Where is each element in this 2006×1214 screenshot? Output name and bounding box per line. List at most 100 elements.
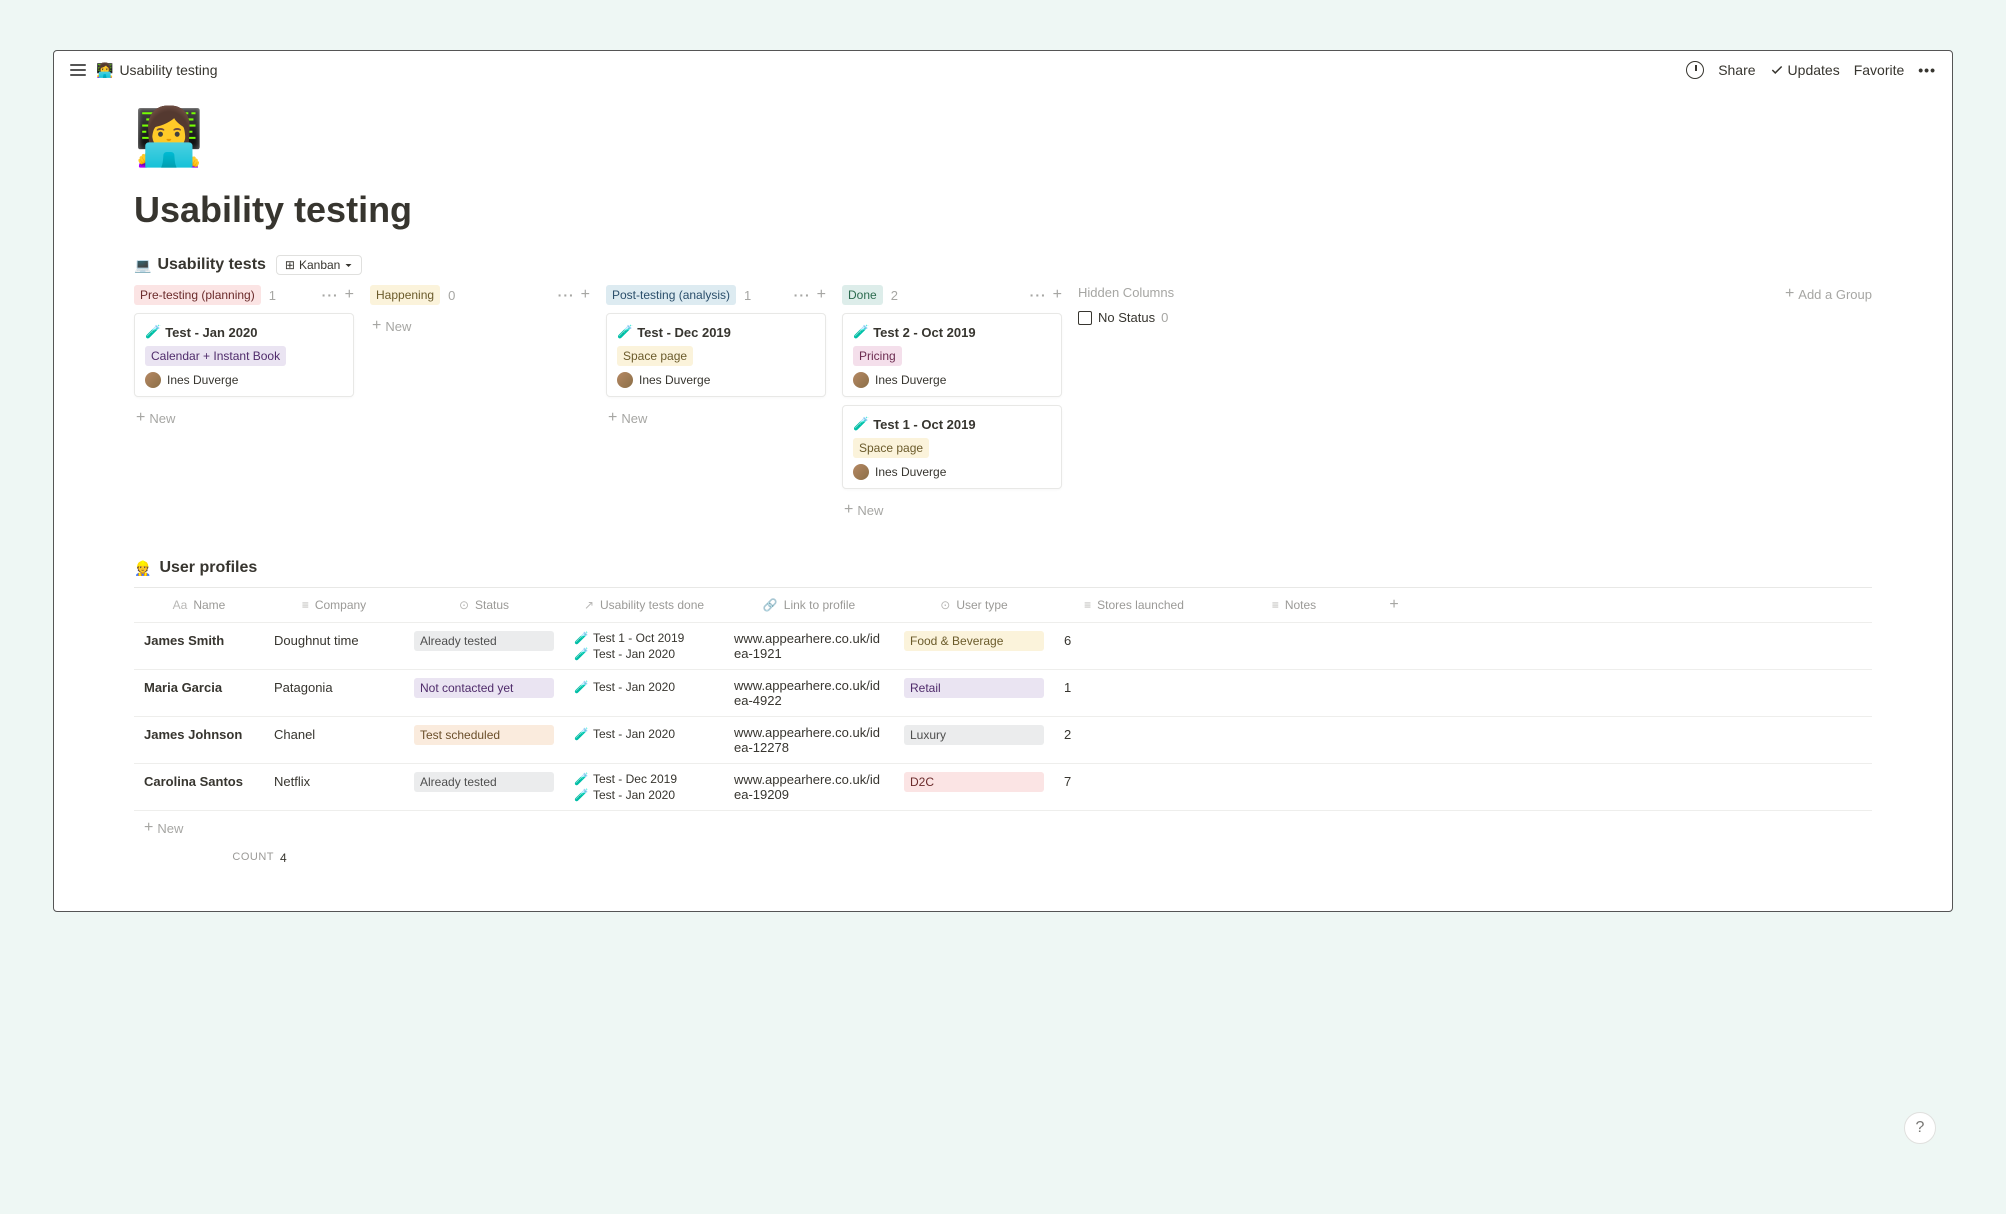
card-title: 🧪 Test 1 - Oct 2019 (853, 416, 1051, 432)
cell-tests[interactable]: 🧪Test - Dec 2019 🧪Test - Jan 2020 (564, 764, 724, 810)
cell-user-type[interactable]: Luxury (894, 717, 1054, 753)
db1-title[interactable]: 💻 Usability tests (134, 256, 266, 274)
cell-user-type[interactable]: D2C (894, 764, 1054, 800)
relation-item[interactable]: 🧪Test - Jan 2020 (574, 788, 714, 802)
add-card-button[interactable]: +New (370, 313, 590, 339)
cell-stores[interactable]: 1 (1054, 670, 1214, 704)
cell-status[interactable]: Not contacted yet (404, 670, 564, 706)
updates-button[interactable]: Updates (1770, 62, 1840, 78)
page-icon[interactable]: 👩‍💻 (134, 109, 1872, 165)
column-more-button[interactable]: ··· (558, 287, 575, 303)
cell-notes[interactable] (1214, 623, 1374, 657)
kanban-card[interactable]: 🧪 Test 2 - Oct 2019 Pricing Ines Duverge (842, 313, 1062, 397)
cell-link[interactable]: www.appearhere.co.uk/idea-19209 (724, 764, 894, 810)
column-type-icon: ↗ (584, 598, 594, 612)
cell-company[interactable]: Chanel (264, 717, 404, 751)
cell-tests[interactable]: 🧪Test - Jan 2020 (564, 670, 724, 704)
table-header-cell[interactable]: ≡Notes (1214, 588, 1374, 622)
favorite-button[interactable]: Favorite (1854, 62, 1905, 78)
add-card-button[interactable]: +New (606, 405, 826, 431)
card-title-text: Test 2 - Oct 2019 (873, 325, 975, 340)
clock-button[interactable] (1686, 61, 1704, 79)
cell-tests[interactable]: 🧪Test - Jan 2020 (564, 717, 724, 751)
view-switcher[interactable]: ⊞ Kanban (276, 255, 362, 275)
relation-item[interactable]: 🧪Test - Jan 2020 (574, 647, 714, 661)
no-status-label: No Status (1098, 310, 1155, 325)
cell-stores[interactable]: 2 (1054, 717, 1214, 751)
add-card-button[interactable]: +New (134, 405, 354, 431)
cell-notes[interactable] (1214, 670, 1374, 704)
column-add-button[interactable]: + (1053, 286, 1062, 304)
column-status-tag[interactable]: Pre-testing (planning) (134, 285, 261, 305)
cell-name[interactable]: James Johnson (134, 717, 264, 751)
db2-header[interactable]: 👷 User profiles (134, 559, 1872, 577)
table-header-cell[interactable]: AaName (134, 588, 264, 622)
cell-company[interactable]: Patagonia (264, 670, 404, 704)
table-row[interactable]: James Johnson Chanel Test scheduled 🧪Tes… (134, 717, 1872, 764)
table-header-cell[interactable]: ↗Usability tests done (564, 588, 724, 622)
assignee-name: Ines Duverge (167, 373, 238, 387)
cell-stores[interactable]: 7 (1054, 764, 1214, 798)
column-status-tag[interactable]: Happening (370, 285, 440, 305)
relation-item[interactable]: 🧪Test - Jan 2020 (574, 680, 714, 694)
table-row[interactable]: Carolina Santos Netflix Already tested 🧪… (134, 764, 1872, 811)
table-header-cell[interactable]: ⊙Status (404, 588, 564, 622)
cell-name[interactable]: Maria Garcia (134, 670, 264, 704)
cell-user-type[interactable]: Food & Beverage (894, 623, 1054, 659)
add-row-button[interactable]: +New (134, 811, 1872, 845)
help-button[interactable]: ? (1904, 1112, 1936, 1144)
table-header-cell[interactable]: 🔗Link to profile (724, 588, 894, 622)
column-add-button[interactable]: + (817, 286, 826, 304)
column-add-button[interactable]: + (345, 286, 354, 304)
kanban-card[interactable]: 🧪 Test - Dec 2019 Space page Ines Duverg… (606, 313, 826, 397)
cell-link[interactable]: www.appearhere.co.uk/idea-4922 (724, 670, 894, 716)
cell-status[interactable]: Already tested (404, 764, 564, 800)
relation-item[interactable]: 🧪Test 1 - Oct 2019 (574, 631, 714, 645)
status-tag: Test scheduled (414, 725, 554, 745)
hidden-columns-label: Hidden Columns (1078, 285, 1174, 300)
view-icon: ⊞ (285, 258, 295, 272)
cell-company[interactable]: Netflix (264, 764, 404, 798)
add-group-button[interactable]: + Add a Group (1785, 285, 1872, 303)
cell-link[interactable]: www.appearhere.co.uk/idea-12278 (724, 717, 894, 763)
column-add-button[interactable]: + (581, 286, 590, 304)
card-tag-row: Calendar + Instant Book (145, 346, 343, 366)
table-row[interactable]: Maria Garcia Patagonia Not contacted yet… (134, 670, 1872, 717)
share-button[interactable]: Share (1718, 62, 1755, 78)
add-column-button[interactable]: + (1374, 588, 1414, 622)
cell-name[interactable]: Carolina Santos (134, 764, 264, 798)
card-assignee: Ines Duverge (145, 372, 343, 388)
cell-notes[interactable] (1214, 764, 1374, 798)
cell-user-type[interactable]: Retail (894, 670, 1054, 706)
relation-item[interactable]: 🧪Test - Jan 2020 (574, 727, 714, 741)
no-status-group[interactable]: No Status 0 (1078, 310, 1174, 325)
cell-company[interactable]: Doughnut time (264, 623, 404, 657)
cell-stores[interactable]: 6 (1054, 623, 1214, 657)
cell-name[interactable]: James Smith (134, 623, 264, 657)
column-status-tag[interactable]: Done (842, 285, 883, 305)
breadcrumb[interactable]: 👩‍💻 Usability testing (96, 62, 217, 79)
relation-item[interactable]: 🧪Test - Dec 2019 (574, 772, 714, 786)
cell-link[interactable]: www.appearhere.co.uk/idea-1921 (724, 623, 894, 669)
cell-status[interactable]: Test scheduled (404, 717, 564, 753)
column-more-button[interactable]: ··· (1030, 287, 1047, 303)
more-button[interactable]: ••• (1918, 62, 1936, 78)
column-more-button[interactable]: ··· (322, 287, 339, 303)
cell-status[interactable]: Already tested (404, 623, 564, 659)
add-card-button[interactable]: +New (842, 497, 1062, 523)
column-more-button[interactable]: ··· (794, 287, 811, 303)
page-title[interactable]: Usability testing (134, 189, 1872, 231)
kanban-card[interactable]: 🧪 Test - Jan 2020 Calendar + Instant Boo… (134, 313, 354, 397)
table-row[interactable]: James Smith Doughnut time Already tested… (134, 623, 1872, 670)
cell-notes[interactable] (1214, 717, 1374, 751)
table-header-cell[interactable]: ≡Stores launched (1054, 588, 1214, 622)
kanban-card[interactable]: 🧪 Test 1 - Oct 2019 Space page Ines Duve… (842, 405, 1062, 489)
user-type-tag: Retail (904, 678, 1044, 698)
user-type-tag: D2C (904, 772, 1044, 792)
table-header-cell[interactable]: ≡Company (264, 588, 404, 622)
column-status-tag[interactable]: Post-testing (analysis) (606, 285, 736, 305)
table-header-cell[interactable]: ⊙User type (894, 588, 1054, 622)
cell-tests[interactable]: 🧪Test 1 - Oct 2019 🧪Test - Jan 2020 (564, 623, 724, 669)
card-icon: 🧪 (617, 324, 633, 340)
menu-icon[interactable] (70, 64, 86, 76)
